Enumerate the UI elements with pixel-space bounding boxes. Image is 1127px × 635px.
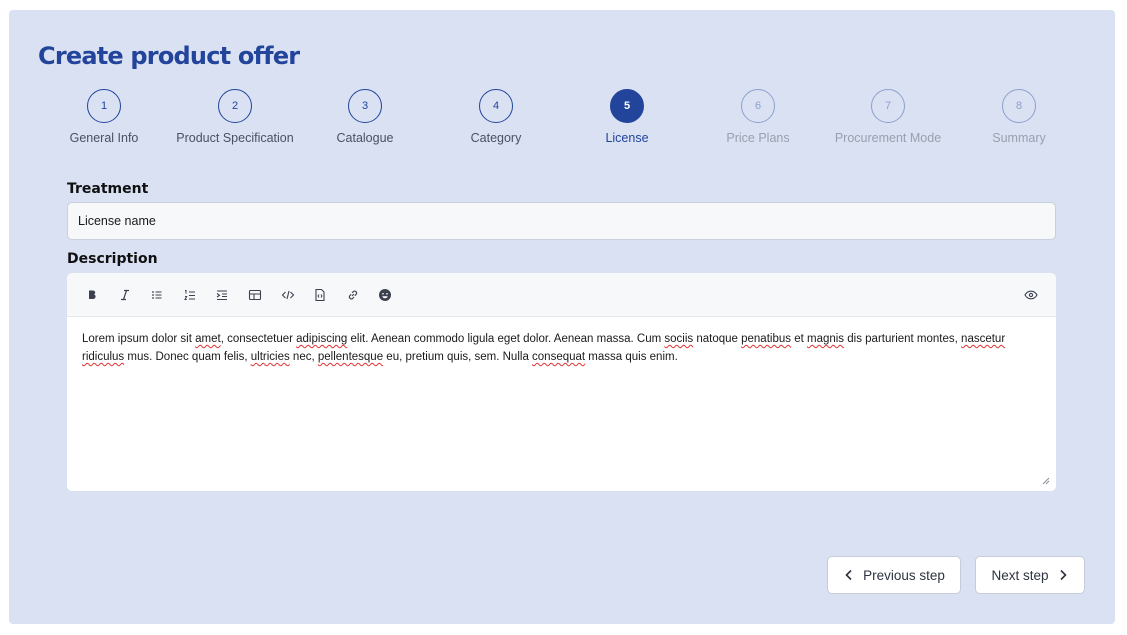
resize-handle-icon[interactable] bbox=[1040, 475, 1050, 485]
treatment-input[interactable] bbox=[67, 202, 1056, 240]
step-label: Price Plans bbox=[726, 131, 790, 145]
step-label: License bbox=[605, 131, 649, 145]
text-run: , consectetuer bbox=[220, 333, 297, 345]
italic-icon[interactable] bbox=[116, 286, 134, 304]
step-number: 6 bbox=[741, 89, 775, 123]
previous-step-label: Previous step bbox=[863, 567, 945, 583]
treatment-label: Treatment bbox=[67, 181, 149, 197]
text-run: mus. Donec quam felis, bbox=[124, 351, 251, 363]
step-product-specification[interactable]: 2 Product Specification bbox=[160, 89, 310, 145]
step-label: Procurement Mode bbox=[834, 131, 942, 145]
chevron-right-icon bbox=[1059, 569, 1067, 581]
text-run: Lorem ipsum dolor sit bbox=[82, 333, 196, 345]
step-label: Category bbox=[470, 131, 522, 145]
step-procurement-mode[interactable]: 7 Procurement Mode bbox=[813, 89, 963, 145]
step-progress: 1 General Info 2 Product Specification 3… bbox=[9, 89, 1115, 149]
misspelled-word: nascetur bbox=[961, 333, 1006, 345]
previous-step-button[interactable]: Previous step bbox=[827, 556, 961, 594]
misspelled-word: consequat bbox=[532, 351, 586, 363]
text-run: et bbox=[791, 333, 807, 345]
bullet-list-icon[interactable] bbox=[148, 286, 166, 304]
step-number: 5 bbox=[610, 89, 644, 123]
misspelled-word: adipiscing bbox=[296, 333, 348, 345]
text-run: natoque bbox=[693, 333, 742, 345]
misspelled-word: ridiculus bbox=[82, 351, 125, 363]
misspelled-word: amet bbox=[195, 333, 221, 345]
editor-toolbar bbox=[67, 273, 1056, 317]
step-number: 1 bbox=[87, 89, 121, 123]
text-run: nec, bbox=[289, 351, 318, 363]
code-icon[interactable] bbox=[279, 286, 297, 304]
emoji-icon[interactable] bbox=[376, 286, 394, 304]
next-step-label: Next step bbox=[991, 567, 1049, 583]
step-number: 2 bbox=[218, 89, 252, 123]
step-label: Catalogue bbox=[336, 131, 394, 145]
page-title: Create product offer bbox=[38, 42, 300, 70]
create-offer-panel: Create product offer 1 General Info 2 Pr… bbox=[9, 10, 1115, 624]
misspelled-word: penatibus bbox=[741, 333, 791, 345]
link-icon[interactable] bbox=[344, 286, 362, 304]
description-textarea[interactable]: Lorem ipsum dolor sit amet, consectetuer… bbox=[67, 317, 1056, 366]
description-editor: Lorem ipsum dolor sit amet, consectetuer… bbox=[67, 273, 1056, 491]
indent-icon[interactable] bbox=[213, 286, 231, 304]
step-catalogue[interactable]: 3 Catalogue bbox=[290, 89, 440, 145]
misspelled-word: magnis bbox=[806, 333, 845, 345]
step-summary[interactable]: 8 Summary bbox=[944, 89, 1094, 145]
step-label: General Info bbox=[69, 131, 139, 145]
text-run: dis parturient montes, bbox=[844, 333, 962, 345]
step-number: 3 bbox=[348, 89, 382, 123]
bold-icon[interactable] bbox=[83, 286, 101, 304]
step-price-plans[interactable]: 6 Price Plans bbox=[683, 89, 833, 145]
misspelled-word: ultricies bbox=[250, 351, 290, 363]
eye-icon[interactable] bbox=[1022, 286, 1040, 304]
step-general-info[interactable]: 1 General Info bbox=[29, 89, 179, 145]
chevron-left-icon bbox=[845, 569, 852, 581]
step-label: Product Specification bbox=[176, 131, 294, 145]
text-run: eu, pretium quis, sem. Nulla bbox=[383, 351, 533, 363]
misspelled-word: sociis bbox=[664, 333, 694, 345]
next-step-button[interactable]: Next step bbox=[975, 556, 1085, 594]
step-category[interactable]: 4 Category bbox=[421, 89, 571, 145]
description-label: Description bbox=[67, 251, 158, 267]
text-run: elit. Aenean commodo ligula eget dolor. … bbox=[347, 333, 665, 345]
numbered-list-icon[interactable] bbox=[181, 286, 199, 304]
step-number: 8 bbox=[1002, 89, 1036, 123]
file-code-icon[interactable] bbox=[311, 286, 329, 304]
step-number: 4 bbox=[479, 89, 513, 123]
misspelled-word: pellentesque bbox=[317, 351, 384, 363]
step-label: Summary bbox=[992, 131, 1046, 145]
step-number: 7 bbox=[871, 89, 905, 123]
step-license[interactable]: 5 License bbox=[552, 89, 702, 145]
text-run: massa quis enim. bbox=[585, 351, 678, 363]
table-icon[interactable] bbox=[246, 286, 264, 304]
